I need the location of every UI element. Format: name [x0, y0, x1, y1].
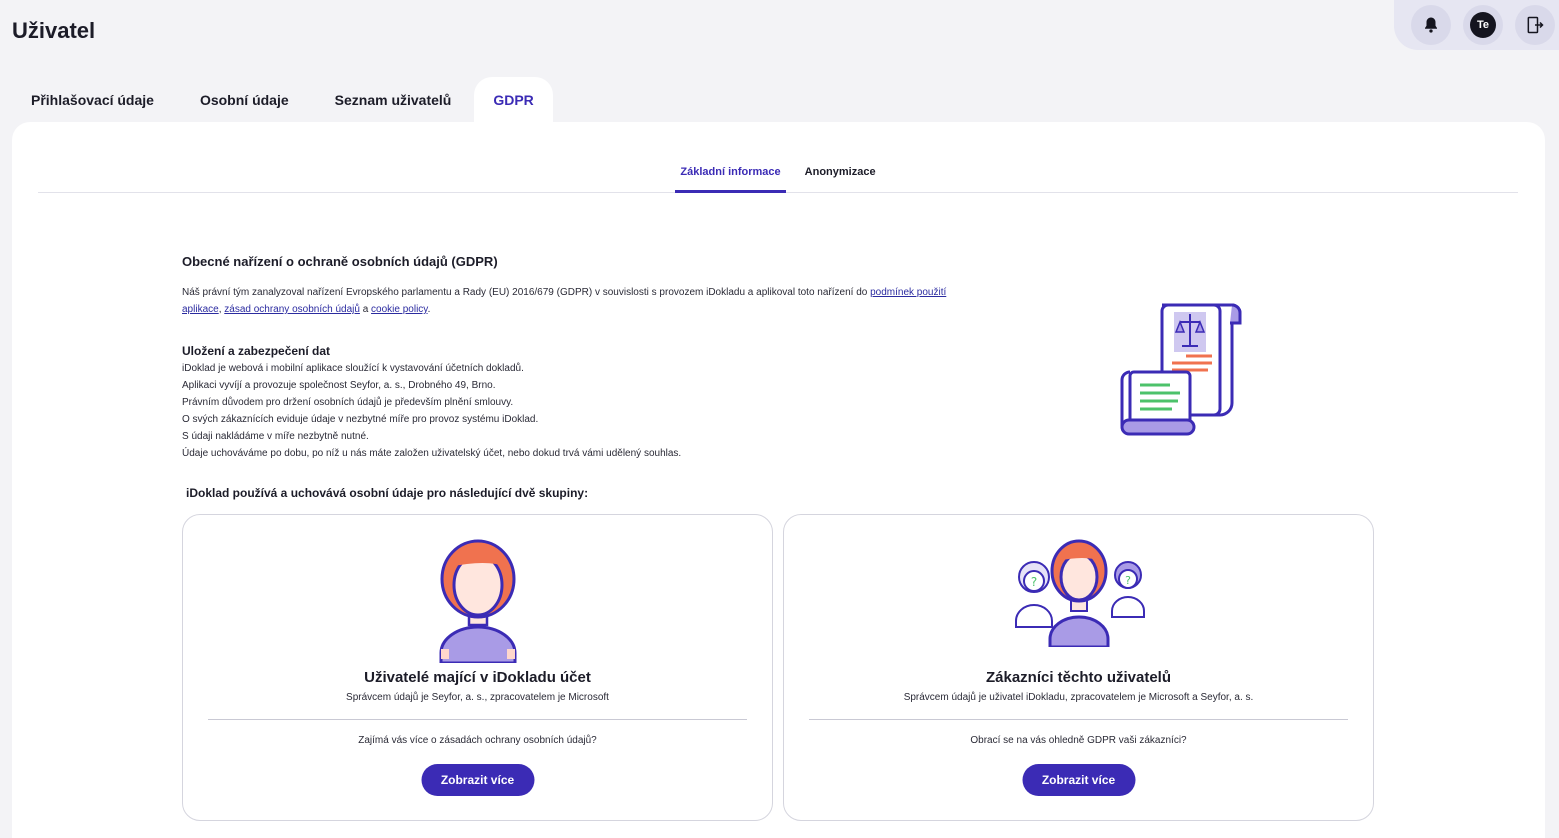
storage-text: iDoklad je webová i mobilní aplikace slo… [182, 360, 681, 462]
group-card-users: Uživatelé mající v iDokladu účet Správce… [182, 514, 773, 821]
group-card-customers: ? ? Zákazníci těchto uživatelů Správcem … [783, 514, 1374, 821]
divider [208, 719, 747, 720]
storage-line: Údaje uchováváme po dobu, po níž u nás m… [182, 448, 682, 459]
subtab-basic-info[interactable]: Základní informace [675, 152, 786, 193]
storage-line: iDoklad je webová i mobilní aplikace slo… [182, 363, 524, 374]
storage-line: Právním důvodem pro držení osobních údaj… [182, 397, 514, 408]
user-illustration [439, 539, 516, 663]
divider [809, 719, 1348, 720]
group-title: Zákazníci těchto uživatelů [985, 669, 1172, 686]
gdpr-intro: Náš právní tým zanalyzoval nařízení Evro… [182, 284, 982, 318]
group-question: Zajímá vás více o zásadách ochrany osobn… [358, 735, 597, 746]
group-subtitle: Správcem údajů je Seyfor, a. s., zpracov… [346, 692, 609, 703]
tab-login-details[interactable]: Přihlašovací údaje [8, 77, 177, 123]
svg-text:?: ? [1030, 575, 1036, 589]
logout-button[interactable] [1515, 5, 1555, 45]
avatar: Te [1470, 12, 1496, 38]
storage-line: Aplikaci vyvíjí a provozuje společnost S… [182, 380, 496, 391]
main-tabs: Přihlašovací údaje Osobní údaje Seznam u… [8, 77, 553, 123]
bell-icon [1425, 17, 1437, 33]
subtab-anonymization[interactable]: Anonymizace [800, 152, 881, 193]
logout-icon [1527, 16, 1544, 34]
customers-illustration: ? ? [1014, 539, 1145, 647]
legal-document-illustration [1120, 303, 1242, 436]
show-more-users-button[interactable]: Zobrazit více [421, 764, 534, 796]
intro-end: . [427, 304, 431, 315]
tab-user-list[interactable]: Seznam uživatelů [312, 77, 475, 123]
groups-heading: iDoklad používá a uchovává osobní údaje … [186, 486, 589, 500]
intro-separator: a [359, 304, 372, 315]
storage-heading: Uložení a zabezpečení dat [182, 344, 331, 358]
intro-text: Náš právní tým zanalyzoval nařízení Evro… [182, 287, 871, 298]
cookie-policy-link[interactable]: cookie policy [371, 304, 428, 315]
gdpr-panel: Základní informace Anonymizace Obecné na… [12, 122, 1545, 838]
group-subtitle: Správcem údajů je uživatel iDokladu, zpr… [903, 692, 1254, 703]
group-title: Uživatelé mající v iDokladu účet [364, 669, 591, 686]
tab-gdpr[interactable]: GDPR [474, 77, 553, 123]
privacy-policy-link[interactable]: zásad ochrany osobních údajů [224, 304, 360, 315]
user-avatar-button[interactable]: Te [1463, 5, 1503, 45]
customer-left-figure: ? [1014, 561, 1053, 628]
svg-text:?: ? [1125, 574, 1131, 587]
tab-personal-details[interactable]: Osobní údaje [177, 77, 312, 123]
storage-line: O svých zákaznících eviduje údaje v nezb… [182, 414, 539, 425]
sub-tabs: Základní informace Anonymizace [38, 152, 1518, 193]
group-question: Obrací se na vás ohledně GDPR vaši zákaz… [970, 735, 1187, 746]
gdpr-heading: Obecné nařízení o ochraně osobních údajů… [182, 254, 498, 269]
user-center-figure [1048, 539, 1109, 647]
topbar: Te [1394, 0, 1559, 50]
notifications-button[interactable] [1411, 5, 1451, 45]
customer-right-figure: ? [1110, 561, 1145, 618]
storage-line: S údaji nakládáme v míře nezbytně nutné. [182, 431, 369, 442]
show-more-customers-button[interactable]: Zobrazit více [1022, 764, 1135, 796]
page-title: Uživatel [12, 18, 96, 43]
